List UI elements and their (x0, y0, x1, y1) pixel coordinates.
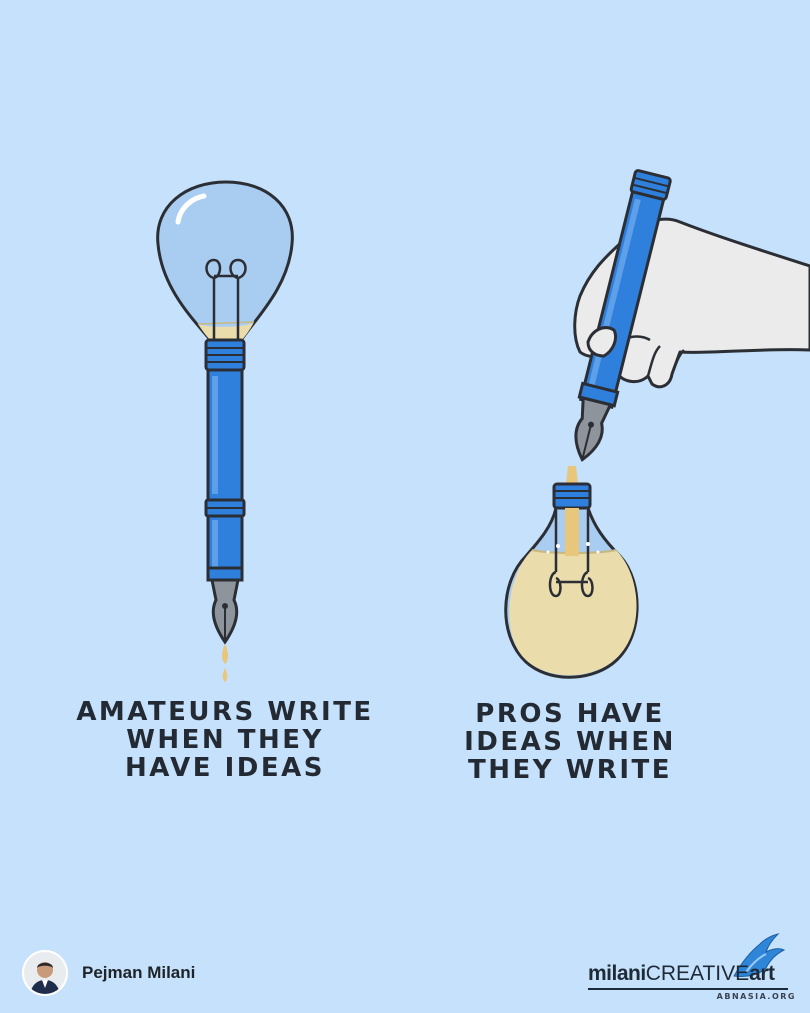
brand-part-art: art (749, 962, 775, 985)
caption-line: PROS HAVE (475, 699, 665, 729)
caption-line: WHEN THEY (126, 725, 324, 755)
fountain-pen-icon (204, 338, 246, 682)
brand-part-milani: milani (588, 962, 646, 985)
brand-logo: milaniCREATIVEart ABNASIA.ORG (588, 933, 798, 1008)
illustration (156, 169, 810, 682)
brand-subtext: ABNASIA.ORG (716, 992, 796, 1001)
brand-wordmark: milaniCREATIVEart (588, 962, 775, 986)
person-icon (24, 952, 66, 994)
pros-caption: PROS HAVE IDEAS WHEN THEY WRITE (440, 700, 700, 784)
brand-part-creative: CREATIVE (645, 962, 750, 985)
amateur-bulb-pen-illustration (156, 180, 294, 682)
author-name[interactable]: Pejman Milani (82, 963, 195, 983)
pro-hand-pen-bulb-illustration (504, 169, 810, 679)
caption-line: HAVE IDEAS (125, 753, 325, 783)
lightbulb-icon (156, 180, 294, 344)
author-avatar[interactable] (22, 950, 68, 996)
caption-line: AMATEURS WRITE (76, 697, 374, 727)
caption-line: THEY WRITE (467, 755, 672, 785)
amateurs-caption: AMATEURS WRITE WHEN THEY HAVE IDEAS (60, 698, 390, 782)
lightbulb-icon (504, 482, 639, 679)
brand-underline (588, 988, 788, 990)
author-badge[interactable]: Pejman Milani (22, 950, 195, 996)
caption-line: IDEAS WHEN (464, 727, 676, 757)
